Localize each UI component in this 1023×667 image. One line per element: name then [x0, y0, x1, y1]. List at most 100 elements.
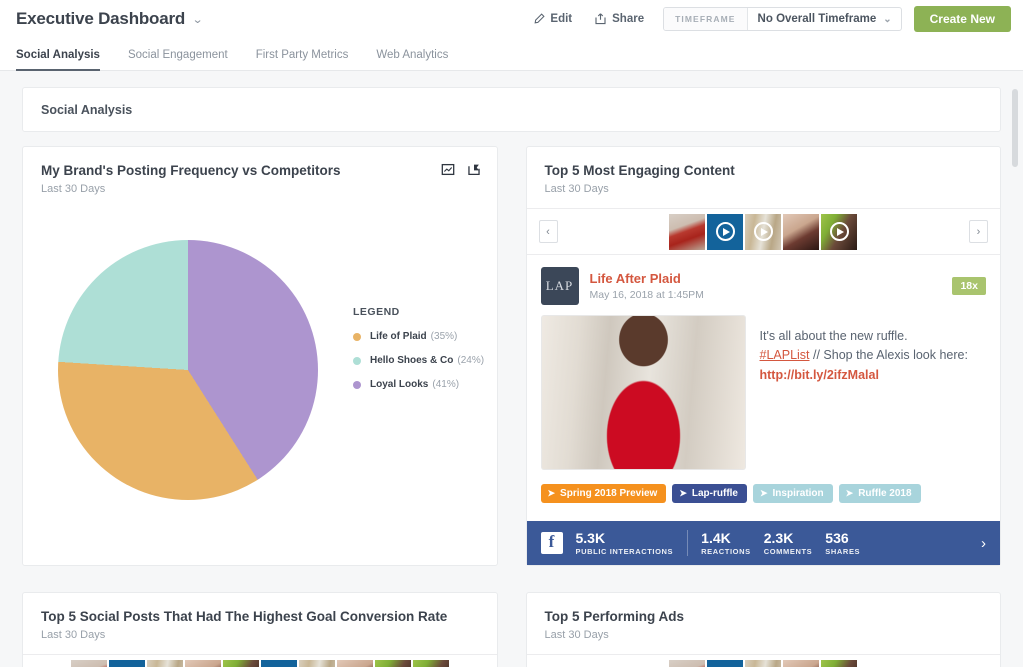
thumbnail[interactable]	[375, 660, 411, 667]
legend-item-life-of-plaid[interactable]: Life of Plaid (35%)	[353, 331, 484, 342]
engaging-thumbnail-strip: ‹ ›	[527, 209, 1001, 255]
timeframe-select[interactable]: No Overall Timeframe ⌄	[747, 8, 901, 30]
share-button[interactable]: Share	[583, 13, 655, 25]
card-top-performing-ads: Top 5 Performing Ads Last 30 Days ‹ ›	[526, 592, 1002, 667]
play-icon	[754, 222, 773, 241]
thumbnail[interactable]	[147, 660, 183, 667]
legend-label: Hello Shoes & Co	[370, 355, 453, 366]
export-icon[interactable]	[467, 163, 481, 176]
bottom-left-subtitle: Last 30 Days	[41, 629, 479, 641]
thumbnail[interactable]	[707, 660, 743, 667]
tab-first-party-metrics[interactable]: First Party Metrics	[242, 49, 363, 70]
engaging-card-subtitle: Last 30 Days	[545, 183, 983, 195]
pie-chart[interactable]	[58, 240, 318, 500]
thumbnail[interactable]	[745, 660, 781, 667]
tag-label: Inspiration	[773, 488, 824, 499]
section-header-social-analysis: Social Analysis	[22, 87, 1001, 132]
thumbnail[interactable]	[71, 660, 107, 667]
bottom-left-thumbnail-strip: ‹ ›	[23, 655, 497, 667]
stat-comments: 2.3K COMMENTS	[764, 530, 813, 555]
legend-swatch	[353, 333, 361, 341]
stat-value: 536	[825, 530, 860, 546]
bottom-left-title: Top 5 Social Posts That Had The Highest …	[41, 609, 479, 624]
legend-title: LEGEND	[353, 306, 484, 318]
engaging-card-header: Top 5 Most Engaging Content Last 30 Days	[527, 147, 1001, 209]
widget-row-top: My Brand's Posting Frequency vs Competit…	[22, 146, 1001, 566]
timeframe-value: No Overall Timeframe	[758, 13, 877, 25]
pencil-icon	[533, 13, 545, 25]
stat-label: SHARES	[825, 547, 860, 556]
pie-chart-body: LEGEND Life of Plaid (35%) Hello Shoes &…	[23, 208, 497, 500]
play-icon	[716, 222, 735, 241]
pie-card-header: My Brand's Posting Frequency vs Competit…	[23, 147, 497, 208]
engagement-multiplier-badge: 18x	[952, 277, 986, 295]
pie-chart-container	[23, 214, 353, 500]
legend-label: Loyal Looks	[370, 379, 428, 390]
post-text-mid: // Shop the Alexis look here:	[810, 348, 968, 362]
engaging-card-title: Top 5 Most Engaging Content	[545, 163, 983, 178]
bottom-right-header: Top 5 Performing Ads Last 30 Days	[527, 593, 1001, 655]
tab-social-analysis[interactable]: Social Analysis	[16, 49, 114, 70]
pie-legend: LEGEND Life of Plaid (35%) Hello Shoes &…	[353, 214, 484, 500]
dashboard-dropdown-caret-icon[interactable]: ⌄	[192, 13, 204, 26]
tag-icon: ➤	[846, 488, 854, 499]
post-tag[interactable]: ➤Lap-ruffle	[672, 484, 747, 503]
stat-label: COMMENTS	[764, 547, 813, 556]
timeframe-label: TIMEFRAME	[664, 8, 746, 30]
legend-item-hello-shoes[interactable]: Hello Shoes & Co (24%)	[353, 355, 484, 366]
tab-web-analytics[interactable]: Web Analytics	[362, 49, 462, 70]
stat-shares: 536 SHARES	[825, 530, 860, 555]
thumbnail[interactable]	[745, 214, 781, 250]
carousel-next-button[interactable]: ›	[969, 220, 988, 243]
thumbnail[interactable]	[261, 660, 297, 667]
post-link[interactable]: http://bit.ly/2ifzMalal	[760, 368, 879, 382]
dashboard-scroll-area: Social Analysis My Brand's Posting Frequ…	[0, 71, 1023, 667]
top-bar-actions: Edit Share TIMEFRAME No Overall Timefram…	[522, 6, 1011, 32]
tab-social-engagement[interactable]: Social Engagement	[114, 49, 242, 70]
stat-label: REACTIONS	[701, 547, 751, 556]
post-hashtag[interactable]: #LAPList	[760, 348, 810, 362]
post-next-button[interactable]: ›	[981, 535, 986, 552]
thumbnail[interactable]	[669, 660, 705, 667]
thumbnail[interactable]	[783, 214, 819, 250]
vertical-scrollbar-thumb[interactable]	[1012, 89, 1018, 167]
thumbnail[interactable]	[821, 660, 857, 667]
post-tag[interactable]: ➤Ruffle 2018	[839, 484, 921, 503]
thumbnail[interactable]	[185, 660, 221, 667]
thumbnail[interactable]	[707, 214, 743, 250]
thumbnail[interactable]	[413, 660, 449, 667]
thumbnail[interactable]	[337, 660, 373, 667]
legend-label: Life of Plaid	[370, 331, 427, 342]
thumbnail[interactable]	[783, 660, 819, 667]
stat-public-interactions: 5.3K PUBLIC INTERACTIONS	[576, 530, 674, 555]
post-author[interactable]: Life After Plaid	[590, 271, 704, 286]
edit-button[interactable]: Edit	[522, 13, 583, 25]
legend-item-loyal-looks[interactable]: Loyal Looks (41%)	[353, 379, 484, 390]
chevron-down-icon: ⌄	[883, 14, 891, 25]
post-text: It's all about the new ruffle. #LAPList …	[760, 315, 987, 470]
page-title: Executive Dashboard	[16, 9, 185, 29]
legend-value: (35%)	[431, 331, 458, 342]
legend-value: (24%)	[457, 355, 484, 366]
facebook-stats-bar: f 5.3K PUBLIC INTERACTIONS 1.4K REACTION…	[527, 521, 1001, 565]
tab-bar: Social Analysis Social Engagement First …	[0, 38, 1023, 71]
widget-row-bottom: Top 5 Social Posts That Had The Highest …	[22, 592, 1001, 667]
post-tag[interactable]: ➤Spring 2018 Preview	[541, 484, 667, 503]
chart-view-icon[interactable]	[441, 163, 455, 176]
thumbnail[interactable]	[669, 214, 705, 250]
thumbnail[interactable]	[109, 660, 145, 667]
thumbnail[interactable]	[223, 660, 259, 667]
post-tag[interactable]: ➤Inspiration	[753, 484, 833, 503]
tag-label: Lap-ruffle	[692, 488, 738, 499]
thumbnail[interactable]	[299, 660, 335, 667]
post-image[interactable]	[541, 315, 746, 470]
facebook-icon: f	[541, 532, 563, 554]
share-label: Share	[612, 13, 644, 25]
card-posting-frequency: My Brand's Posting Frequency vs Competit…	[22, 146, 498, 566]
carousel-prev-button[interactable]: ‹	[539, 220, 558, 243]
create-new-button[interactable]: Create New	[914, 6, 1011, 32]
top-bar: Executive Dashboard ⌄ Edit Share TIMEFRA…	[0, 0, 1023, 38]
thumbnail[interactable]	[821, 214, 857, 250]
pie-card-title: My Brand's Posting Frequency vs Competit…	[41, 163, 479, 178]
bottom-right-subtitle: Last 30 Days	[545, 629, 983, 641]
